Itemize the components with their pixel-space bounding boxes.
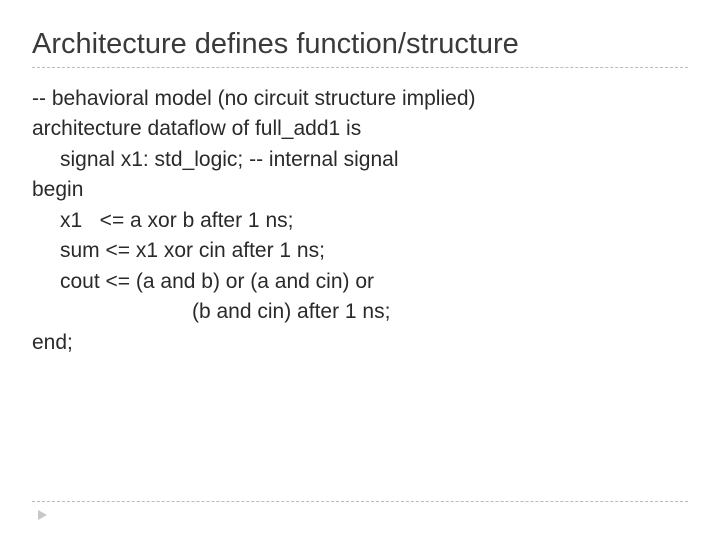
- code-line-cout-cont: (b and cin) after 1 ns;: [32, 297, 688, 327]
- code-line-begin: begin: [32, 175, 688, 205]
- code-line-end: end;: [32, 328, 688, 358]
- slide-title: Architecture defines function/structure: [32, 28, 688, 68]
- code-line-comment: -- behavioral model (no circuit structur…: [32, 84, 688, 114]
- code-line-cout: cout <= (a and b) or (a and cin) or: [32, 267, 688, 297]
- footer-arrow-icon: [38, 510, 47, 520]
- footer-divider: [32, 501, 688, 502]
- code-line-sum: sum <= x1 xor cin after 1 ns;: [32, 236, 688, 266]
- code-line-architecture: architecture dataflow of full_add1 is: [32, 114, 688, 144]
- code-block: -- behavioral model (no circuit structur…: [32, 84, 688, 358]
- code-line-signal: signal x1: std_logic; -- internal signal: [32, 145, 688, 175]
- code-line-x1: x1 <= a xor b after 1 ns;: [32, 206, 688, 236]
